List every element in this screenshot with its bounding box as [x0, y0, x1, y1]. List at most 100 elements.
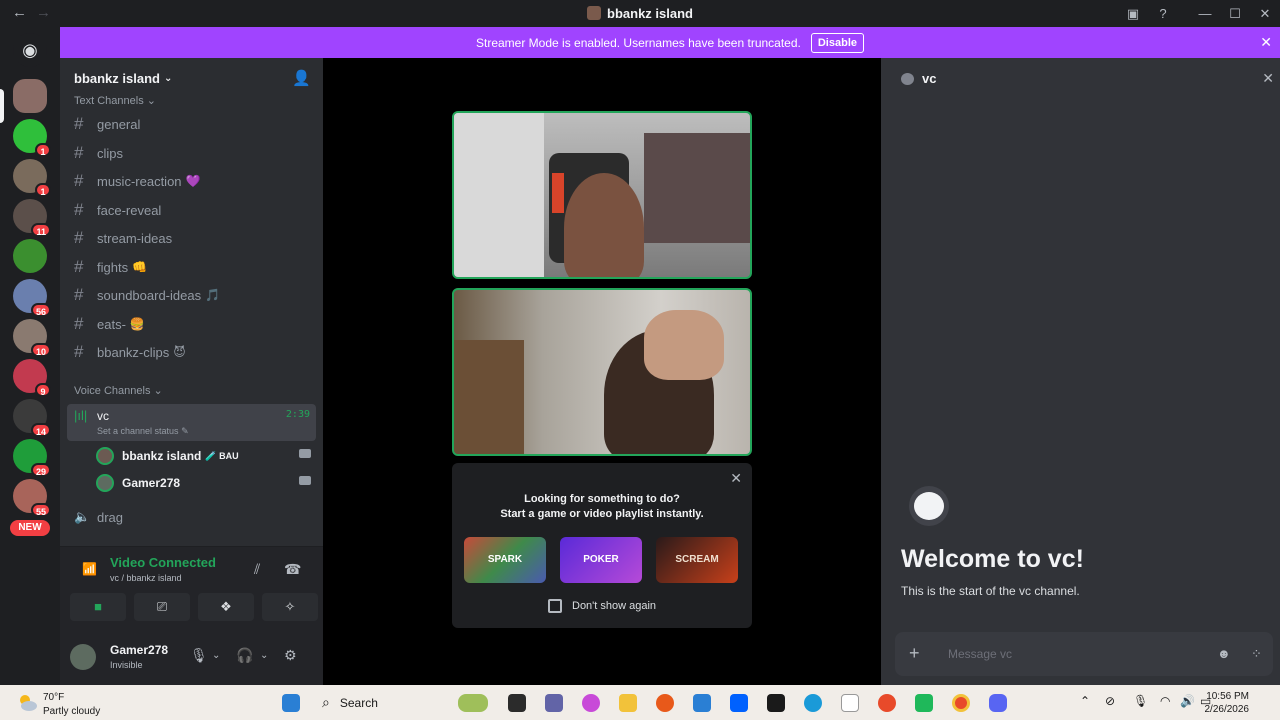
server-bbankz-island[interactable]	[13, 79, 47, 113]
server-guild-9[interactable]: 14	[13, 399, 51, 437]
search-icon: ⌕	[322, 694, 330, 710]
server-guild-7[interactable]: 10	[13, 319, 51, 357]
channel-general[interactable]: # general	[74, 112, 314, 136]
settings-gear-icon[interactable]: ⚙	[284, 647, 297, 664]
discord-home-icon[interactable]: ◉	[13, 33, 47, 67]
video-tile-bbankz[interactable]	[452, 111, 752, 279]
chrome-icon[interactable]	[952, 694, 970, 712]
voice-channel-vc[interactable]: |ıl| vc Set a channel status ✎ 2:39	[67, 404, 316, 441]
hash-icon: #	[74, 171, 84, 190]
disable-button[interactable]: Disable	[810, 32, 864, 53]
apps-icon[interactable]: ⁘	[1251, 646, 1262, 662]
voice-channels-category[interactable]: Voice Channels ⌄	[74, 384, 163, 397]
server-guild-5[interactable]	[13, 239, 47, 273]
help-icon[interactable]: ?	[1148, 6, 1178, 21]
copilot-icon[interactable]	[582, 694, 600, 712]
channel-label: music-reaction	[97, 173, 182, 189]
headphones-icon[interactable]: 🎧	[236, 647, 253, 664]
notion-icon[interactable]	[767, 694, 785, 712]
activity-spark[interactable]: SPARK	[464, 537, 546, 583]
channel-bbankz-clips[interactable]: # bbankz-clips 😈	[74, 340, 314, 364]
server-guild-8[interactable]: 9	[13, 359, 51, 397]
close-window-button[interactable]: ✕	[1250, 6, 1280, 22]
server-guild-3[interactable]: 1	[13, 159, 51, 197]
voice-status-sub[interactable]: vc / bbankz island	[110, 573, 182, 583]
camera-icon	[299, 476, 311, 485]
app-icon[interactable]	[878, 694, 896, 712]
soundboard-button[interactable]: ✧	[262, 593, 318, 621]
chevron-down-icon[interactable]: ⌄	[260, 650, 268, 661]
disconnect-icon[interactable]: ☎	[284, 561, 301, 578]
voice-member[interactable]: bbankz island 🧪 BAU	[96, 445, 311, 467]
server-guild-11[interactable]: 55	[13, 479, 51, 517]
avatar[interactable]	[70, 644, 96, 670]
activity-poker-night[interactable]: POKER	[560, 537, 642, 583]
activity-scream[interactable]: SCREAM	[656, 537, 738, 583]
activities-button[interactable]: ❖	[198, 593, 254, 621]
system-clock[interactable]: 10:56 PM 2/26/2026	[1205, 690, 1250, 716]
discord-icon[interactable]	[989, 694, 1007, 712]
server-guild-2[interactable]: 1	[13, 119, 51, 157]
channel-soundboard-ideas[interactable]: # soundboard-ideas 🎵	[74, 283, 314, 307]
microphone-icon[interactable]: 🎙	[1133, 694, 1148, 708]
file-explorer-icon[interactable]	[619, 694, 637, 712]
firefox-icon[interactable]	[656, 694, 674, 712]
add-attachment-icon[interactable]: +	[909, 643, 920, 664]
message-input-box[interactable]: + Message vc ☻ ⁘	[895, 632, 1273, 676]
teams-icon[interactable]	[545, 694, 563, 712]
voice-channel-drag[interactable]: 🔈 drag	[74, 505, 314, 529]
microphone-icon[interactable]: 🎙	[190, 647, 208, 664]
set-channel-status[interactable]: Set a channel status ✎	[97, 426, 189, 437]
wifi-icon[interactable]: ◠	[1160, 694, 1170, 708]
task-view-icon[interactable]	[508, 694, 526, 712]
mail-icon[interactable]	[693, 694, 711, 712]
hash-icon: #	[74, 200, 84, 219]
channel-music-reaction[interactable]: # music-reaction 💜	[74, 169, 314, 193]
dropbox-icon[interactable]	[730, 694, 748, 712]
channel-label: face-reveal	[97, 202, 162, 218]
checkbox[interactable]	[548, 599, 562, 613]
server-name: bbankz island	[74, 70, 160, 86]
dont-show-again-checkbox[interactable]: Don't show again	[548, 599, 656, 613]
close-icon[interactable]: ✕	[730, 470, 742, 487]
notepad-icon[interactable]	[841, 694, 859, 712]
screen-share-button[interactable]: ⎚	[134, 593, 190, 621]
text-channels-category[interactable]: Text Channels ⌄	[74, 94, 156, 107]
new-badge: NEW	[10, 520, 50, 536]
edge-icon[interactable]	[804, 694, 822, 712]
app-green-icon[interactable]	[915, 694, 933, 712]
server-header[interactable]: bbankz island ⌄ 👤	[60, 58, 323, 98]
video-tile-gamer278[interactable]	[452, 288, 752, 456]
channel-fights[interactable]: # fights 👊	[74, 255, 314, 279]
close-banner-icon[interactable]: ✕	[1260, 34, 1272, 51]
channel-stream-ideas[interactable]: # stream-ideas	[74, 226, 314, 250]
camera-toggle-button[interactable]: ■	[70, 593, 126, 621]
server-guild-6[interactable]: 56	[13, 279, 51, 317]
unread-badge: 55	[30, 503, 51, 517]
weather-desc[interactable]: Partly cloudy	[43, 706, 100, 717]
server-guild-4[interactable]: 11	[13, 199, 51, 237]
emoji-icon[interactable]: ☻	[1217, 646, 1231, 661]
chevron-down-icon[interactable]: ⌄	[212, 650, 220, 661]
channel-face-reveal[interactable]: # face-reveal	[74, 198, 314, 222]
channel-clips[interactable]: # clips	[74, 141, 314, 165]
close-chat-icon[interactable]: ✕	[1262, 70, 1274, 87]
weather-temp[interactable]: 70°F	[43, 692, 64, 703]
start-windows-icon[interactable]	[282, 694, 300, 712]
channel-eats[interactable]: # eats- 🍔	[74, 312, 314, 336]
voice-member[interactable]: Gamer278	[96, 472, 311, 494]
minimize-button[interactable]: —	[1190, 6, 1220, 21]
message-input[interactable]: Message vc	[948, 647, 1012, 661]
camera-off-icon[interactable]: ⊘	[1105, 694, 1115, 708]
unread-badge: 29	[30, 463, 51, 477]
username[interactable]: Gamer278	[110, 643, 168, 657]
invite-people-icon[interactable]: 👤	[292, 69, 311, 87]
search-highlight-icon	[458, 694, 488, 712]
chevron-up-icon[interactable]: ⌃	[1080, 694, 1090, 708]
signal-icon[interactable]: 📶	[82, 562, 97, 576]
server-guild-10[interactable]: 29	[13, 439, 51, 477]
volume-icon[interactable]: 🔊	[1180, 694, 1195, 708]
inbox-icon[interactable]: ▣	[1118, 6, 1148, 22]
maximize-button[interactable]: ☐	[1220, 6, 1250, 22]
noise-suppression-icon[interactable]: ⫽	[254, 561, 260, 578]
